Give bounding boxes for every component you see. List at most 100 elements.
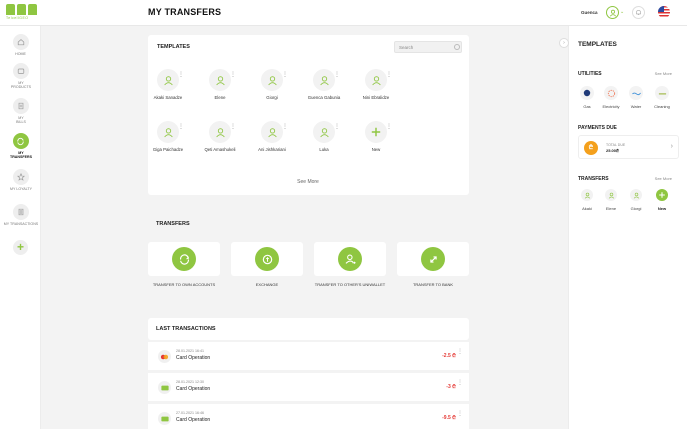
add-button[interactable]: + xyxy=(13,240,28,255)
utility-cleaning[interactable]: Cleaning xyxy=(650,86,674,109)
quick-transfer-item[interactable]: Elene xyxy=(600,189,622,211)
lari-icon: ₾ xyxy=(584,141,598,155)
user-icon xyxy=(261,69,283,91)
transfer-bank-label: TRANSFER to BANK xyxy=(412,282,454,287)
collapse-panel-button[interactable]: › xyxy=(559,38,569,48)
more-icon[interactable]: ⋮ xyxy=(457,411,463,417)
water-icon xyxy=(629,86,643,100)
sidebar-item-transactions[interactable]: MY TRANSACTIONS xyxy=(0,204,41,226)
template-item[interactable]: ⋮ Nini Ebralidze xyxy=(356,69,396,100)
user-transfer-icon xyxy=(338,247,362,271)
transfers-title: TRANSFERS xyxy=(156,221,190,227)
user-icon xyxy=(157,121,179,143)
app-logo[interactable]: TelcellGEO xyxy=(6,4,38,22)
sidebar-item-home[interactable]: HOME xyxy=(0,34,41,56)
transfer-bank-card[interactable] xyxy=(397,242,469,276)
transaction-row[interactable]: 28.01.2021 16:41 Card Operation -2.5 ₾ ⋮ xyxy=(148,342,469,370)
templates-title: TEMPLATES xyxy=(157,44,190,50)
transaction-amount: -3 ₾ xyxy=(446,384,456,390)
bill-icon xyxy=(12,98,29,114)
more-icon[interactable]: ⋮ xyxy=(282,72,288,78)
utility-label: Gas xyxy=(583,104,591,109)
exchange-icon xyxy=(255,247,279,271)
more-icon[interactable]: ⋮ xyxy=(282,124,288,130)
user-name[interactable]: Guenca xyxy=(581,10,598,15)
chevron-right-icon: › xyxy=(670,143,673,150)
quick-transfer-item[interactable]: Giorgi xyxy=(625,189,647,211)
transfer-icon xyxy=(172,247,196,271)
transfer-uniwallet-label: TRANSFER to OTHER'S UNIWALLET xyxy=(314,282,386,287)
more-icon[interactable]: ⋮ xyxy=(457,349,463,355)
template-name: Luka xyxy=(319,147,329,152)
transfer-uniwallet-card[interactable] xyxy=(314,242,386,276)
sidebar-item-loyalty[interactable]: MY LOYALTY xyxy=(0,169,41,191)
more-icon[interactable]: ⋮ xyxy=(178,72,184,78)
quick-transfer-label: New xyxy=(657,206,667,211)
sidebar-item-bills[interactable]: MY BILLS xyxy=(0,98,41,124)
more-icon[interactable]: ⋮ xyxy=(334,72,340,78)
template-new-item[interactable]: ⋮ New xyxy=(356,121,396,152)
template-name: Guenca Gabunia xyxy=(307,95,341,100)
exchange-label: EXCHANGE xyxy=(255,282,279,287)
template-item[interactable]: ⋮ Akaki Sanadze xyxy=(148,69,188,100)
transfer-own-accounts-label: TRANSFER to OWN ACCOUNTS xyxy=(152,282,216,287)
electricity-icon xyxy=(604,86,618,100)
template-item[interactable]: ⋮ Luka xyxy=(304,121,344,152)
quick-transfer-label: Giorgi xyxy=(630,206,642,211)
sidebar: HOME MY PRODUCTS MY BILLS MY TRANSFERS M… xyxy=(0,26,41,429)
utility-label: Water xyxy=(630,104,642,109)
template-item[interactable]: ⋮ Giga Paichadze xyxy=(148,121,188,152)
more-icon[interactable]: ⋮ xyxy=(230,72,236,78)
more-icon[interactable]: ⋮ xyxy=(457,380,463,386)
user-icon xyxy=(209,121,231,143)
quick-transfer-item[interactable]: Akaki xyxy=(576,189,598,211)
notification-button[interactable] xyxy=(632,6,645,19)
user-icon xyxy=(157,69,179,91)
template-item[interactable]: ⋮ Qeti Amashukeli xyxy=(200,121,240,152)
document-icon xyxy=(12,204,29,220)
utility-label: Cleaning xyxy=(654,104,670,109)
template-name: Qeti Amashukeli xyxy=(204,147,236,152)
more-icon[interactable]: ⋮ xyxy=(334,124,340,130)
sidebar-item-transfers[interactable]: MY TRANSFERS xyxy=(0,133,41,159)
templates-card: TEMPLATES xyxy=(148,35,469,195)
payments-due-card[interactable]: ₾ TOTAL DUE 25.00₾ › xyxy=(578,135,679,159)
more-icon[interactable]: ⋮ xyxy=(386,124,392,130)
language-flag-icon[interactable] xyxy=(658,6,670,18)
transaction-name: Card Operation xyxy=(176,355,211,361)
template-name: Nini Ebralidze xyxy=(362,95,390,100)
see-more-link[interactable]: See More xyxy=(148,179,468,185)
sidebar-item-products[interactable]: MY PRODUCTS xyxy=(0,63,41,89)
template-item[interactable]: ⋮ Guenca Gabunia xyxy=(304,69,344,100)
user-avatar[interactable] xyxy=(606,6,619,19)
template-item[interactable]: ⋮ Elene xyxy=(200,69,240,100)
sidebar-label-transactions: MY TRANSACTIONS xyxy=(3,222,39,226)
quick-transfer-new[interactable]: New xyxy=(651,189,673,211)
sidebar-label-home: HOME xyxy=(15,52,26,56)
utilities-see-more-link[interactable]: See More xyxy=(655,71,672,76)
chevron-down-icon[interactable]: ⌄ xyxy=(620,9,624,15)
transaction-row[interactable]: 28.01.2021 12:30 Card Operation -3 ₾ ⋮ xyxy=(148,373,469,401)
utility-gas[interactable]: Gas xyxy=(575,86,599,109)
more-icon[interactable]: ⋮ xyxy=(230,124,236,130)
user-icon xyxy=(313,69,335,91)
transfers-see-more-link[interactable]: See More xyxy=(655,176,672,181)
template-name: Elene xyxy=(214,95,226,100)
transaction-row[interactable]: 27.01.2021 16:46 Card Operation -9.5 ₾ ⋮ xyxy=(148,404,469,429)
template-name: Giga Paichadze xyxy=(152,147,184,152)
search-icon[interactable] xyxy=(454,44,460,50)
more-icon[interactable]: ⋮ xyxy=(386,72,392,78)
search-input[interactable]: Search xyxy=(394,41,462,53)
transaction-amount: -9.5 ₾ xyxy=(442,415,456,421)
template-item[interactable]: ⋮ Ani Jishkariani xyxy=(252,121,292,152)
total-due-amount: 25.00₾ xyxy=(606,148,620,153)
transfer-own-accounts-card[interactable] xyxy=(148,242,220,276)
quick-transfer-label: Akaki xyxy=(582,206,592,211)
card-icon xyxy=(158,381,171,394)
template-item[interactable]: ⋮ Giorgi xyxy=(252,69,292,100)
right-panel: TEMPLATES UTILITIES See More Gas Electri… xyxy=(568,26,687,429)
more-icon[interactable]: ⋮ xyxy=(178,124,184,130)
exchange-card[interactable] xyxy=(231,242,303,276)
utility-water[interactable]: Water xyxy=(624,86,648,109)
utility-electricity[interactable]: Electricity xyxy=(599,86,623,109)
